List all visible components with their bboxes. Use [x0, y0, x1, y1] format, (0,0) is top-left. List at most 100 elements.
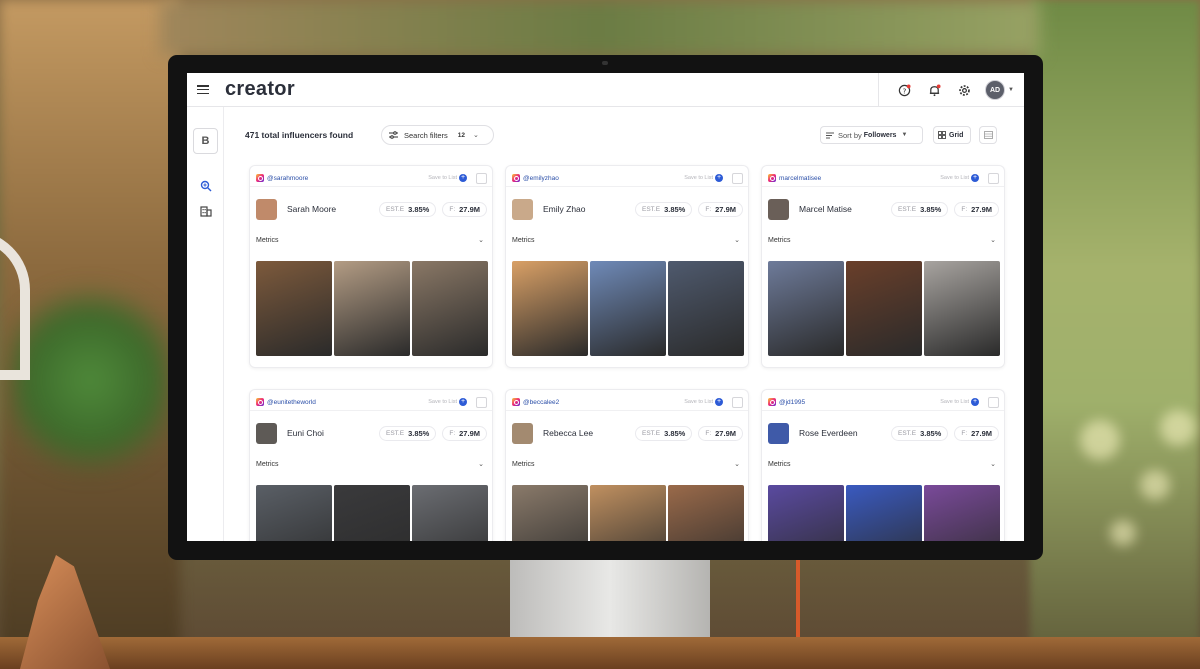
- influencer-card[interactable]: @beccalee2 Save to List + Rebecca Lee ES…: [505, 389, 749, 541]
- save-to-list-button[interactable]: Save to List +: [940, 174, 979, 182]
- select-checkbox[interactable]: [476, 396, 487, 408]
- followers-value: 27.9M: [715, 428, 736, 438]
- search-filters-button[interactable]: Search filters 12 ⌄: [381, 125, 494, 145]
- plus-icon: +: [971, 174, 979, 182]
- post-thumbnail[interactable]: [512, 261, 588, 356]
- sort-prefix: Sort by: [838, 130, 862, 140]
- influencer-handle[interactable]: @eunitetheworld: [267, 399, 316, 406]
- select-checkbox[interactable]: [732, 396, 743, 408]
- post-thumbnail[interactable]: [768, 485, 844, 541]
- metrics-toggle[interactable]: Metrics ⌄: [512, 236, 740, 245]
- followers-stat: F: 27.9M: [698, 425, 743, 441]
- result-count: 471 total influencers found: [245, 130, 354, 140]
- hamburger-menu-icon[interactable]: [197, 85, 209, 94]
- post-thumbnail[interactable]: [668, 485, 744, 541]
- influencer-name[interactable]: Rose Everdeen: [799, 428, 858, 438]
- profile-thumbnail[interactable]: [256, 422, 277, 444]
- select-checkbox[interactable]: [476, 172, 487, 184]
- post-thumbnail[interactable]: [334, 261, 410, 356]
- brand-switcher[interactable]: B: [193, 128, 218, 154]
- post-thumbnail[interactable]: [256, 261, 332, 356]
- followers-stat: F: 27.9M: [698, 201, 743, 217]
- post-thumbnail[interactable]: [334, 485, 410, 541]
- influencer-name[interactable]: Sarah Moore: [287, 204, 336, 214]
- webcam: [602, 61, 608, 65]
- post-thumbnail[interactable]: [668, 261, 744, 356]
- post-thumbnail[interactable]: [768, 261, 844, 356]
- influencer-handle[interactable]: marcelmatisee: [779, 175, 821, 182]
- post-thumbnail[interactable]: [512, 485, 588, 541]
- chevron-down-icon[interactable]: ▼: [1008, 87, 1014, 93]
- post-thumbnail[interactable]: [846, 261, 922, 356]
- post-thumbnail[interactable]: [590, 261, 666, 356]
- profile-thumbnail[interactable]: [256, 198, 277, 220]
- metrics-toggle[interactable]: Metrics ⌄: [256, 236, 484, 245]
- list-view-button[interactable]: [979, 126, 997, 144]
- influencer-name[interactable]: Euni Choi: [287, 428, 324, 438]
- followers-label: F:: [449, 429, 456, 437]
- influencer-card[interactable]: marcelmatisee Save to List + Marcel Mati…: [761, 165, 1005, 368]
- instagram-icon: [512, 398, 520, 406]
- search-filters-label: Search filters: [404, 130, 448, 140]
- help-icon[interactable]: ?: [894, 80, 914, 100]
- save-to-list-button[interactable]: Save to List +: [428, 174, 467, 182]
- user-avatar[interactable]: AD: [985, 80, 1006, 100]
- post-thumbnail[interactable]: [924, 261, 1000, 356]
- grid-view-button[interactable]: Grid: [933, 126, 971, 144]
- post-thumbnail[interactable]: [412, 261, 488, 356]
- metrics-toggle[interactable]: Metrics ⌄: [768, 236, 996, 245]
- settings-gear-icon[interactable]: [954, 80, 974, 100]
- recent-posts: [768, 261, 1000, 356]
- engagement-rate-label: EST.E: [386, 205, 405, 213]
- post-thumbnail[interactable]: [846, 485, 922, 541]
- grid-icon: [938, 131, 946, 139]
- save-to-list-label: Save to List: [428, 399, 457, 405]
- influencer-handle[interactable]: @emilyzhao: [523, 175, 559, 182]
- app-logo[interactable]: creator: [225, 78, 295, 101]
- plus-icon: +: [715, 398, 723, 406]
- select-checkbox[interactable]: [988, 172, 999, 184]
- save-to-list-label: Save to List: [428, 175, 457, 181]
- post-thumbnail[interactable]: [412, 485, 488, 541]
- post-thumbnail[interactable]: [590, 485, 666, 541]
- influencer-name[interactable]: Rebecca Lee: [543, 428, 593, 438]
- influencer-handle[interactable]: @sarahmoore: [267, 175, 308, 182]
- influencer-name[interactable]: Emily Zhao: [543, 204, 586, 214]
- building-icon[interactable]: [199, 204, 213, 218]
- save-to-list-button[interactable]: Save to List +: [428, 398, 467, 406]
- save-to-list-button[interactable]: Save to List +: [940, 398, 979, 406]
- profile-thumbnail[interactable]: [512, 198, 533, 220]
- profile-thumbnail[interactable]: [768, 198, 789, 220]
- select-checkbox[interactable]: [988, 396, 999, 408]
- influencer-card[interactable]: @eunitetheworld Save to List + Euni Choi…: [249, 389, 493, 541]
- instagram-icon: [768, 398, 776, 406]
- engagement-rate-label: EST.E: [898, 429, 917, 437]
- influencer-name[interactable]: Marcel Matise: [799, 204, 852, 214]
- post-thumbnail[interactable]: [256, 485, 332, 541]
- engagement-rate-label: EST.E: [898, 205, 917, 213]
- influencer-card[interactable]: @jd1995 Save to List + Rose Everdeen EST…: [761, 389, 1005, 541]
- metrics-toggle[interactable]: Metrics ⌄: [256, 460, 484, 469]
- save-to-list-label: Save to List: [940, 399, 969, 405]
- metrics-toggle[interactable]: Metrics ⌄: [512, 460, 740, 469]
- influencer-card[interactable]: @sarahmoore Save to List + Sarah Moore E…: [249, 165, 493, 368]
- search-discover-icon[interactable]: [199, 179, 213, 193]
- instagram-icon: [768, 174, 776, 182]
- engagement-rate-label: EST.E: [386, 429, 405, 437]
- save-to-list-button[interactable]: Save to List +: [684, 398, 723, 406]
- profile-thumbnail[interactable]: [768, 422, 789, 444]
- profile-thumbnail[interactable]: [512, 422, 533, 444]
- influencer-card[interactable]: @emilyzhao Save to List + Emily Zhao EST…: [505, 165, 749, 368]
- filter-sliders-icon: [389, 131, 398, 139]
- sort-dropdown[interactable]: Sort by Followers ▼: [820, 126, 923, 144]
- notification-bell-icon[interactable]: [924, 80, 944, 100]
- chevron-down-icon: ⌄: [734, 237, 740, 244]
- instagram-icon: [256, 398, 264, 406]
- influencer-handle[interactable]: @jd1995: [779, 399, 805, 406]
- influencer-handle[interactable]: @beccalee2: [523, 399, 559, 406]
- save-to-list-button[interactable]: Save to List +: [684, 174, 723, 182]
- post-thumbnail[interactable]: [924, 485, 1000, 541]
- select-checkbox[interactable]: [732, 172, 743, 184]
- metrics-toggle[interactable]: Metrics ⌄: [768, 460, 996, 469]
- sidebar: B: [187, 107, 224, 541]
